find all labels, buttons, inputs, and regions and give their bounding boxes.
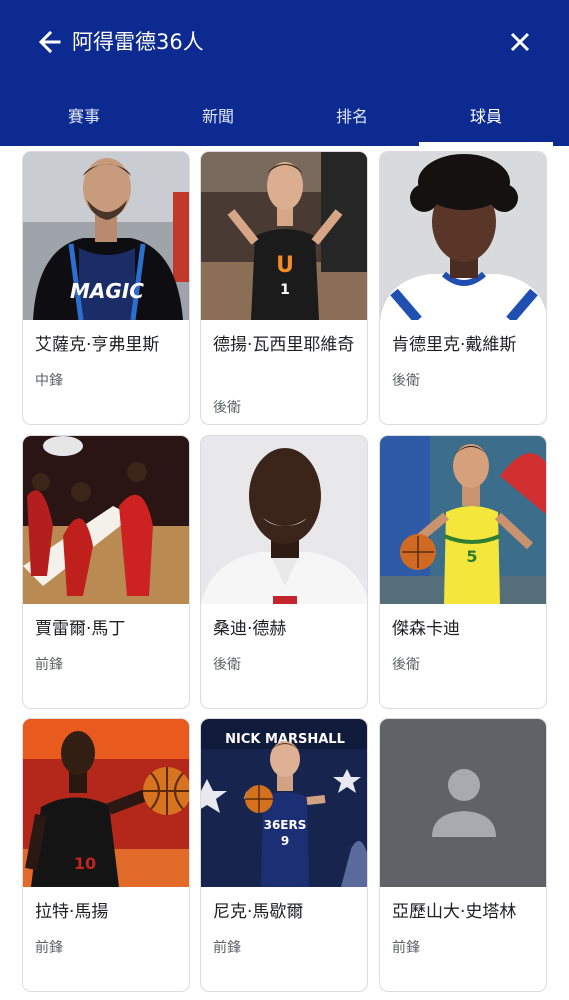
player-card[interactable]: 10 拉特·馬揚 前鋒: [22, 718, 190, 992]
player-name: 拉特·馬揚: [35, 902, 109, 922]
player-position: 後衛: [392, 373, 420, 389]
player-position: 後衛: [213, 400, 241, 416]
player-position: 後衛: [213, 657, 241, 673]
top-bar: 阿得雷德36人: [0, 0, 569, 84]
player-card[interactable]: 肯德里克·戴維斯 後衛: [379, 151, 547, 425]
player-position: 前鋒: [35, 940, 63, 956]
svg-text:1: 1: [280, 282, 290, 298]
player-card[interactable]: 桑迪·德赫 後衛: [200, 435, 368, 709]
player-card[interactable]: 5 傑森卡迪 後衛: [379, 435, 547, 709]
page-title: 阿得雷德36人: [72, 30, 204, 54]
player-photo: [23, 436, 189, 604]
tab-players[interactable]: 球員: [419, 84, 553, 146]
player-card[interactable]: 賈雷爾·馬丁 前鋒: [22, 435, 190, 709]
back-button[interactable]: [34, 26, 66, 58]
jersey-text: 5: [466, 547, 477, 566]
player-photo: 5: [380, 436, 546, 604]
player-grid: MAGIC 艾薩克·亨弗里斯 中鋒 U 1 德揚·瓦西里耶維奇 後衛 肯德里克·…: [0, 146, 569, 1000]
svg-text:9: 9: [281, 834, 289, 848]
player-position: 前鋒: [213, 940, 241, 956]
svg-text:10: 10: [74, 854, 96, 873]
player-photo: [380, 719, 546, 887]
player-photo: NICK MARSHALL 36ERS 9: [201, 719, 367, 887]
player-position: 中鋒: [35, 373, 63, 389]
player-card[interactable]: NICK MARSHALL 36ERS 9 尼克·馬歇爾 前鋒: [200, 718, 368, 992]
player-name: 德揚·瓦西里耶維奇: [213, 335, 355, 355]
player-photo: MAGIC: [23, 152, 189, 320]
player-photo: [201, 436, 367, 604]
player-photo: [380, 152, 546, 320]
player-card[interactable]: MAGIC 艾薩克·亨弗里斯 中鋒: [22, 151, 190, 425]
player-photo: 10: [23, 719, 189, 887]
player-name: 亞歷山大·史塔林: [392, 902, 517, 922]
player-name: 尼克·馬歇爾: [213, 902, 304, 922]
player-position: 前鋒: [35, 657, 63, 673]
arrow-left-icon: [38, 30, 61, 54]
player-name: 桑迪·德赫: [213, 619, 287, 639]
jersey-text: U: [276, 253, 294, 278]
close-button[interactable]: [504, 26, 536, 58]
player-position: 前鋒: [392, 940, 420, 956]
app-header: 阿得雷德36人 賽事 新聞 排名 球員: [0, 0, 569, 146]
player-card[interactable]: U 1 德揚·瓦西里耶維奇 後衛: [200, 151, 368, 425]
player-card[interactable]: 亞歷山大·史塔林 前鋒: [379, 718, 547, 992]
tab-news[interactable]: 新聞: [151, 84, 285, 146]
tab-bar: 賽事 新聞 排名 球員: [0, 84, 569, 146]
close-icon: [510, 32, 530, 52]
player-name: 艾薩克·亨弗里斯: [35, 335, 160, 355]
player-photo: U 1: [201, 152, 367, 320]
player-name: 傑森卡迪: [392, 619, 460, 639]
tab-matches[interactable]: 賽事: [17, 84, 151, 146]
jersey-text: MAGIC: [70, 279, 144, 303]
player-name: 賈雷爾·馬丁: [35, 619, 126, 639]
player-name: 肯德里克·戴維斯: [392, 335, 517, 355]
player-position: 後衛: [392, 657, 420, 673]
tab-standings[interactable]: 排名: [285, 84, 419, 146]
jersey-text: 36ERS: [264, 818, 307, 832]
